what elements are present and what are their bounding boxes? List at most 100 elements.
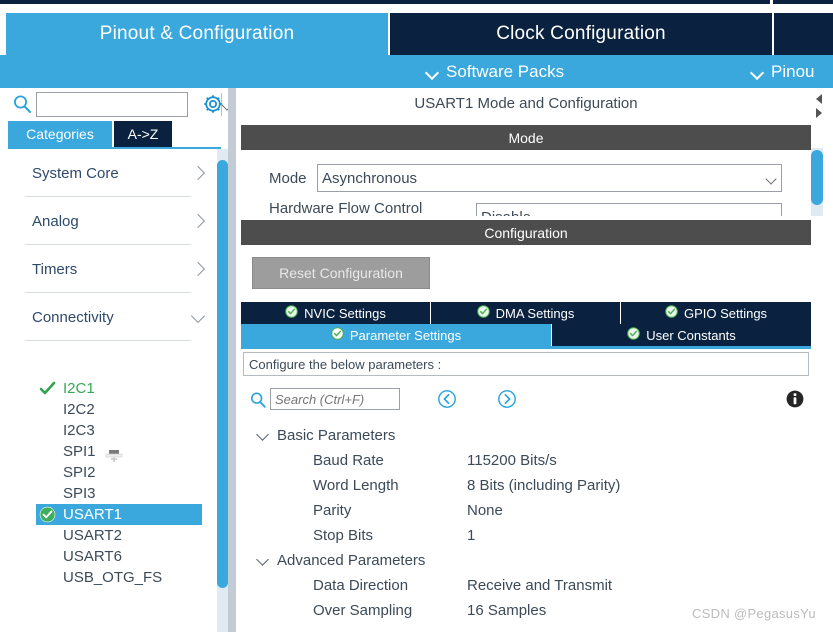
mode-scrollbar-thumb[interactable]	[811, 150, 823, 205]
parameter-group-basic[interactable]: Basic Parameters	[247, 423, 807, 448]
parameter-name: Word Length	[313, 477, 399, 494]
tab-pinout-configuration[interactable]: Pinout & Configuration	[6, 13, 388, 55]
sidebar-item-timers[interactable]: Timers	[8, 245, 221, 293]
tab-parameter-settings[interactable]: Parameter Settings	[241, 324, 552, 346]
list-item[interactable]: SPI2	[8, 462, 221, 483]
parameter-value: None	[467, 502, 503, 519]
mode-field-label: Mode	[269, 169, 307, 187]
tab-a-to-z[interactable]: A->Z	[114, 121, 172, 147]
tab-clock-configuration[interactable]: Clock Configuration	[390, 13, 772, 55]
list-item[interactable]: I2C2	[8, 399, 221, 420]
config-tab-row-2: Parameter Settings User Constants	[241, 324, 811, 346]
sidebar-item-label: Timers	[32, 260, 78, 278]
tab-nvic-settings[interactable]: NVIC Settings	[241, 302, 431, 324]
table-row[interactable]: Word Length 8 Bits (including Parity)	[247, 473, 807, 498]
info-icon[interactable]	[785, 389, 805, 409]
sidebar-search-combo[interactable]	[36, 92, 222, 117]
software-packs-menu[interactable]: Software Packs	[426, 55, 564, 88]
pinout-menu[interactable]: Pinou	[751, 55, 814, 88]
chevron-right-icon	[191, 262, 205, 276]
sidebar-item-system-core[interactable]: System Core	[8, 149, 221, 197]
list-item[interactable]: I2C1	[8, 378, 221, 399]
chevron-down-icon	[766, 175, 777, 182]
chevron-down-icon	[766, 214, 777, 217]
parameter-search-input[interactable]	[271, 389, 399, 409]
chevron-down-icon	[191, 311, 207, 323]
list-item[interactable]: SPI1	[8, 441, 221, 462]
parameter-name: Baud Rate	[313, 452, 384, 469]
hw-flow-field-row: Hardware Flow Control (RS232) Disable	[269, 200, 782, 216]
sidebar-item-label: Analog	[32, 212, 79, 230]
list-item-label: USART6	[63, 548, 122, 565]
hw-flow-select[interactable]: Disable	[476, 203, 782, 216]
tab-categories[interactable]: Categories	[8, 121, 112, 147]
check-circle-icon	[627, 327, 640, 343]
list-item[interactable]: SPI3	[8, 483, 221, 504]
table-row[interactable]: Data Direction Receive and Transmit	[247, 573, 807, 598]
parameter-search-row	[247, 387, 807, 415]
search-input[interactable]	[37, 93, 221, 116]
chevron-down-icon	[751, 68, 764, 76]
check-circle-icon	[39, 506, 56, 523]
mode-fields: Mode Asynchronous Hardware Flow Control …	[241, 150, 811, 216]
config-tab-underline	[241, 346, 811, 349]
tab-dma-settings-label: DMA Settings	[495, 305, 575, 321]
top-strip-gap	[770, 0, 773, 4]
tab-gpio-settings-label: GPIO Settings	[683, 305, 768, 321]
check-circle-icon	[331, 327, 344, 343]
sidebar-scrollbar-thumb[interactable]	[217, 160, 228, 588]
configuration-body: Reset Configuration NVIC Settings DMA Se…	[241, 245, 811, 632]
list-item-label: USB_OTG_FS	[63, 569, 163, 586]
prev-icon[interactable]	[437, 389, 457, 409]
sidebar-gutter	[228, 88, 236, 632]
list-item-label: I2C1	[63, 380, 95, 397]
config-tab-row-1: NVIC Settings DMA Settings GPIO Settings	[241, 302, 811, 324]
list-item[interactable]: I2C3	[8, 420, 221, 441]
gear-icon[interactable]	[202, 93, 224, 115]
table-row[interactable]: Stop Bits 1	[247, 523, 807, 548]
sidebar-item-usart1[interactable]: USART1	[36, 504, 202, 525]
check-circle-icon	[665, 305, 678, 321]
reset-configuration-button[interactable]: Reset Configuration	[252, 257, 430, 289]
table-row[interactable]: Baud Rate 115200 Bits/s	[247, 448, 807, 473]
peripheral-list: I2C1 I2C2 I2C3 SPI1 SPI2 SPI3 USART1 USA…	[8, 378, 221, 588]
parameter-group-advanced[interactable]: Advanced Parameters	[247, 548, 807, 573]
page-title-label: USART1 Mode and Configuration	[414, 94, 638, 112]
parameter-name: Over Sampling	[313, 602, 413, 619]
tab-user-constants[interactable]: User Constants	[552, 324, 811, 346]
tab-pinout-label: Pinout & Configuration	[99, 23, 295, 44]
secondary-toolbar: Software Packs Pinou	[6, 55, 833, 88]
configuration-section-label: Configuration	[484, 224, 568, 241]
list-item-label: SPI3	[63, 485, 96, 502]
hint-bar: Configure the below parameters :	[243, 352, 809, 376]
list-item-label: I2C3	[63, 422, 95, 439]
mode-section-label: Mode	[508, 129, 544, 146]
tab-user-constants-label: User Constants	[646, 327, 736, 343]
next-icon[interactable]	[497, 389, 517, 409]
sidebar-item-label: System Core	[32, 164, 119, 182]
parameter-name: Data Direction	[313, 577, 409, 594]
sidebar-item-analog[interactable]: Analog	[8, 197, 221, 245]
parameter-value: 8 Bits (including Parity)	[467, 477, 621, 494]
panel-collapse-arrows[interactable]	[812, 92, 826, 122]
list-item-label: SPI1	[63, 443, 96, 460]
category-list: System Core Analog Timers Connectivity	[8, 149, 221, 364]
list-item[interactable]: USART2	[8, 525, 221, 546]
mode-select[interactable]: Asynchronous	[317, 164, 782, 192]
tab-gpio-settings[interactable]: GPIO Settings	[621, 302, 811, 324]
table-row[interactable]: Parity None	[247, 498, 807, 523]
watermark: CSDN @PegasusYu	[692, 606, 816, 621]
parameter-tree: Basic Parameters Baud Rate 115200 Bits/s…	[247, 423, 807, 623]
parameter-value: 1	[467, 527, 476, 544]
list-item[interactable]: USART6	[8, 546, 221, 567]
tab-clock-label: Clock Configuration	[496, 23, 666, 44]
sidebar-item-connectivity[interactable]: Connectivity	[8, 293, 221, 341]
tab-a-to-z-label: A->Z	[127, 126, 159, 142]
hw-flow-field-label: Hardware Flow Control (RS232)	[269, 200, 423, 216]
list-item[interactable]: USB_OTG_FS	[8, 567, 221, 588]
check-icon	[39, 380, 56, 397]
configuration-section-header: Configuration	[241, 220, 811, 245]
parameter-search-box[interactable]	[270, 388, 400, 410]
tab-dma-settings[interactable]: DMA Settings	[431, 302, 621, 324]
tab-third[interactable]	[774, 13, 833, 55]
